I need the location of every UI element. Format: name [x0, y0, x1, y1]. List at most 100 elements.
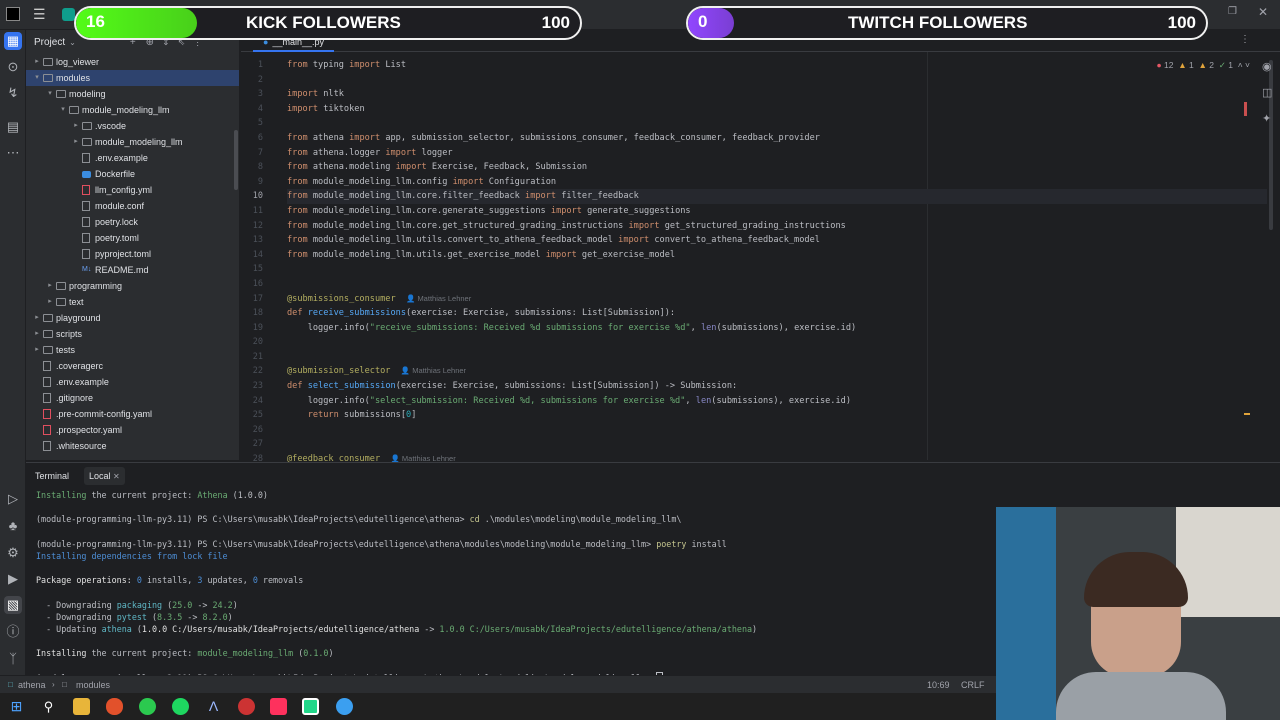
- tree-item[interactable]: module.conf: [26, 198, 239, 214]
- structure-icon[interactable]: ▤: [4, 118, 22, 136]
- tree-item[interactable]: ▸ programming: [26, 278, 239, 294]
- file-explorer-icon[interactable]: [73, 698, 90, 715]
- code-line[interactable]: from module_modeling_llm.core.get_struct…: [287, 219, 1267, 234]
- tree-item[interactable]: .env.example: [26, 150, 239, 166]
- breadcrumb-athena[interactable]: athena: [18, 676, 46, 694]
- chevron-right-icon[interactable]: ▸: [33, 54, 41, 70]
- brave-browser-icon[interactable]: [106, 698, 123, 715]
- code-line[interactable]: [287, 262, 1267, 277]
- whatsapp-icon[interactable]: [139, 698, 156, 715]
- code-line[interactable]: [287, 335, 1267, 350]
- chevron-right-icon[interactable]: ▸: [33, 326, 41, 342]
- problems-icon[interactable]: ⓘ: [4, 623, 22, 641]
- breadcrumb-modules[interactable]: modules: [76, 676, 110, 694]
- tree-item[interactable]: ▸ module_modeling_llm: [26, 134, 239, 150]
- tree-item[interactable]: .pre-commit-config.yaml: [26, 406, 239, 422]
- tree-item[interactable]: pyproject.toml: [26, 246, 239, 262]
- tree-item[interactable]: .prospector.yaml: [26, 422, 239, 438]
- chevron-down-icon[interactable]: ▾: [46, 86, 54, 102]
- app-icon[interactable]: [336, 698, 353, 715]
- close-icon[interactable]: ✕: [1258, 5, 1268, 19]
- tree-item[interactable]: .coveragerc: [26, 358, 239, 374]
- main-menu-icon[interactable]: ☰: [33, 6, 46, 23]
- windows-start-icon[interactable]: ⊞: [8, 698, 25, 715]
- tab-options-icon[interactable]: ⋮: [1240, 34, 1250, 45]
- chevron-right-icon[interactable]: ▸: [72, 118, 80, 134]
- tree-item[interactable]: ▾ modeling: [26, 86, 239, 102]
- tree-item[interactable]: poetry.lock: [26, 214, 239, 230]
- code-line[interactable]: def receive_submissions(exercise: Exerci…: [287, 306, 1267, 321]
- tree-item[interactable]: .whitesource: [26, 438, 239, 454]
- project-tool-icon[interactable]: ▦: [4, 32, 22, 50]
- pycharm-icon[interactable]: [302, 698, 319, 715]
- jetbrains-toolbox-icon[interactable]: [270, 698, 287, 715]
- spotify-icon[interactable]: [172, 698, 189, 715]
- ai-assistant-icon[interactable]: ✦: [1262, 112, 1271, 125]
- tree-item[interactable]: ▸ playground: [26, 310, 239, 326]
- code-line[interactable]: [287, 437, 1267, 452]
- chevron-down-icon[interactable]: ▾: [33, 70, 41, 86]
- git-icon[interactable]: ᛉ: [4, 650, 22, 668]
- tree-item[interactable]: llm_config.yml: [26, 182, 239, 198]
- code-line[interactable]: return submissions[0]: [287, 408, 1267, 423]
- code-line[interactable]: logger.info("receive_submissions: Receiv…: [287, 321, 1267, 336]
- notifications-icon[interactable]: ◉: [1262, 60, 1272, 73]
- python-console-icon[interactable]: ▶: [4, 570, 22, 588]
- code-line[interactable]: import nltk: [287, 87, 1267, 102]
- code-line[interactable]: @submission_selector 👤 Matthias Lehner: [287, 364, 1267, 379]
- cursor-position[interactable]: 10:69: [927, 676, 950, 694]
- tree-item[interactable]: ▸ text: [26, 294, 239, 310]
- arc-icon[interactable]: Λ: [205, 698, 222, 715]
- tree-item[interactable]: ▾ module_modeling_llm: [26, 102, 239, 118]
- more-tools-icon[interactable]: ⋯: [4, 144, 22, 162]
- tree-item[interactable]: ▸ log_viewer: [26, 54, 239, 70]
- code-line[interactable]: logger.info("select_submission: Received…: [287, 394, 1267, 409]
- chevron-right-icon[interactable]: ▸: [72, 134, 80, 150]
- project-badge-icon[interactable]: [62, 8, 75, 21]
- code-line[interactable]: from module_modeling_llm.core.generate_s…: [287, 204, 1267, 219]
- code-line[interactable]: from athena.modeling import Exercise, Fe…: [287, 160, 1267, 175]
- code-line[interactable]: import tiktoken: [287, 102, 1267, 117]
- code-line[interactable]: from module_modeling_llm.utils.get_exerc…: [287, 248, 1267, 263]
- tree-item[interactable]: Dockerfile: [26, 166, 239, 182]
- python-packages-icon[interactable]: ♣: [4, 517, 22, 535]
- project-scrollbar[interactable]: [234, 130, 238, 190]
- chevron-right-icon[interactable]: ▸: [33, 342, 41, 358]
- services-icon[interactable]: ⚙: [4, 544, 22, 562]
- chevron-right-icon[interactable]: ▸: [33, 310, 41, 326]
- code-area[interactable]: from typing import List import nltk impor…: [287, 58, 1267, 467]
- code-line[interactable]: from athena.logger import logger: [287, 146, 1267, 161]
- database-icon[interactable]: ◫: [1262, 86, 1272, 99]
- chevron-down-icon[interactable]: ⌄: [69, 38, 76, 47]
- code-line[interactable]: [287, 350, 1267, 365]
- tree-item[interactable]: M↓ README.md: [26, 262, 239, 278]
- pull-requests-icon[interactable]: ↯: [4, 84, 22, 102]
- code-line[interactable]: from module_modeling_llm.config import C…: [287, 175, 1267, 190]
- tree-item[interactable]: poetry.toml: [26, 230, 239, 246]
- tree-item[interactable]: ▸ .vscode: [26, 118, 239, 134]
- error-stripe-marker[interactable]: [1244, 102, 1247, 116]
- code-line[interactable]: @submissions_consumer 👤 Matthias Lehner: [287, 292, 1267, 307]
- restore-icon[interactable]: ❐: [1228, 6, 1237, 17]
- terminal-tool-icon[interactable]: ▧: [4, 596, 22, 614]
- tree-item[interactable]: ▾ modules: [26, 70, 239, 86]
- tree-item[interactable]: .env.example: [26, 374, 239, 390]
- code-line[interactable]: [287, 277, 1267, 292]
- obs-icon[interactable]: [238, 698, 255, 715]
- run-icon[interactable]: ▷: [4, 490, 22, 508]
- line-separator[interactable]: CRLF: [961, 676, 985, 694]
- code-line[interactable]: [287, 73, 1267, 88]
- code-line[interactable]: def select_submission(exercise: Exercise…: [287, 379, 1267, 394]
- chevron-down-icon[interactable]: ▾: [59, 102, 67, 118]
- code-line[interactable]: [287, 423, 1267, 438]
- commit-icon[interactable]: ⊙: [4, 58, 22, 76]
- code-line[interactable]: from athena import app, submission_selec…: [287, 131, 1267, 146]
- chevron-right-icon[interactable]: ▸: [46, 294, 54, 310]
- terminal-output[interactable]: Installing the current project: Athena (…: [36, 489, 757, 684]
- code-line[interactable]: [287, 116, 1267, 131]
- code-line[interactable]: from module_modeling_llm.core.filter_fee…: [287, 189, 1267, 204]
- code-line[interactable]: from module_modeling_llm.utils.convert_t…: [287, 233, 1267, 248]
- search-icon[interactable]: ⚲: [40, 698, 57, 715]
- project-panel-title[interactable]: Project: [34, 37, 65, 48]
- tab-local[interactable]: Local ✕: [84, 467, 125, 485]
